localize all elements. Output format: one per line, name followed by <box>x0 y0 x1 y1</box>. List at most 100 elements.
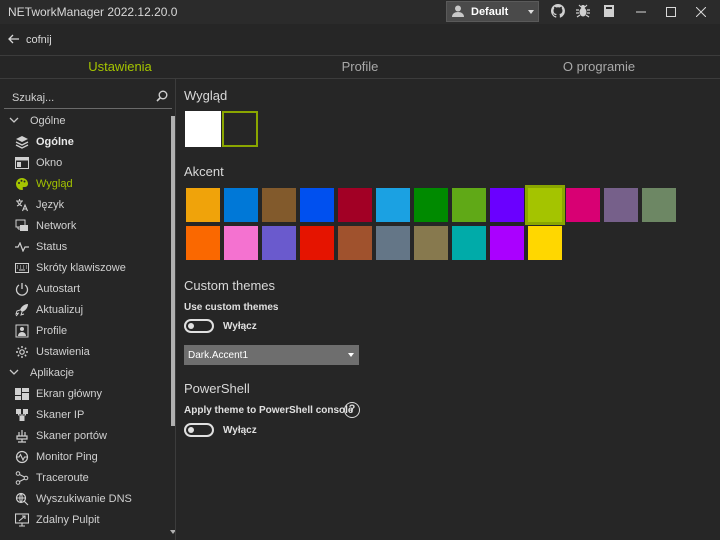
custom-theme-select[interactable]: Dark.Accent1 <box>184 345 359 365</box>
accent-swatch[interactable] <box>224 188 258 222</box>
help-icon[interactable]: ? <box>344 402 360 418</box>
accent-swatch[interactable] <box>300 226 334 260</box>
sidebar-item-label: Traceroute <box>36 472 89 484</box>
chevron-down-icon <box>348 353 354 357</box>
chevron-down-icon <box>528 10 534 14</box>
sidebar-item-remote-desktop[interactable]: Zdalny Pulpit <box>0 509 170 530</box>
app-title: NETworkManager 2022.12.20.0 <box>8 5 178 19</box>
ping-monitor-icon <box>14 449 29 464</box>
close-button[interactable] <box>686 0 716 24</box>
sidebar-item-profiles[interactable]: Profile <box>0 320 170 341</box>
accent-swatch[interactable] <box>262 188 296 222</box>
accent-swatch[interactable] <box>186 188 220 222</box>
accent-swatch[interactable] <box>224 226 258 260</box>
sidebar-group-applications[interactable]: Aplikacje <box>0 362 170 383</box>
sidebar: Szukaj... Ogólne Ogólne Okno Wygląd Języ… <box>0 79 176 540</box>
sidebar-item-ip-scanner[interactable]: Skaner IP <box>0 404 170 425</box>
profile-icon <box>14 323 29 338</box>
accent-swatch[interactable] <box>452 226 486 260</box>
accent-swatch[interactable] <box>414 226 448 260</box>
sidebar-item-port-scanner[interactable]: Skaner portów <box>0 425 170 446</box>
back-arrow-icon[interactable] <box>8 33 20 48</box>
scrollbar-thumb[interactable] <box>171 116 175 426</box>
sidebar-item-ping-monitor[interactable]: Monitor Ping <box>0 446 170 467</box>
theme-dark-swatch[interactable] <box>222 111 258 147</box>
minimize-button[interactable] <box>626 0 656 24</box>
github-icon[interactable] <box>550 3 565 18</box>
accent-swatch[interactable] <box>566 188 600 222</box>
accent-swatch[interactable] <box>528 226 562 260</box>
sidebar-item-label: Autostart <box>36 283 81 295</box>
profile-select[interactable]: Default <box>446 1 539 22</box>
book-icon[interactable] <box>602 4 616 18</box>
powershell-toggle-label: Wyłącz <box>223 425 257 436</box>
tab-settings[interactable]: Ustawienia <box>70 59 170 74</box>
sidebar-item-label: Zdalny Pulpit <box>36 514 100 526</box>
accent-swatch[interactable] <box>300 188 334 222</box>
accent-swatch[interactable] <box>414 188 448 222</box>
sidebar-item-language[interactable]: Język <box>0 194 170 215</box>
sidebar-group-general[interactable]: Ogólne <box>0 110 170 131</box>
sidebar-item-network[interactable]: Network <box>0 215 170 236</box>
accent-swatch[interactable] <box>376 188 410 222</box>
accent-swatch[interactable] <box>490 226 524 260</box>
dashboard-icon <box>14 386 29 401</box>
accent-swatch[interactable] <box>604 188 638 222</box>
sidebar-item-label: Skróty klawiszowe <box>36 262 126 274</box>
power-icon <box>14 281 29 296</box>
search-placeholder: Szukaj... <box>12 92 55 104</box>
accent-swatch[interactable] <box>525 185 565 225</box>
chevron-down-icon <box>9 115 19 128</box>
use-custom-themes-label: Use custom themes <box>184 302 279 313</box>
custom-theme-select-value: Dark.Accent1 <box>188 350 249 361</box>
traceroute-icon <box>14 470 29 485</box>
sidebar-item-traceroute[interactable]: Traceroute <box>0 467 170 488</box>
accent-swatch[interactable] <box>186 226 220 260</box>
chevron-down-icon <box>9 367 19 380</box>
bug-icon[interactable] <box>576 4 590 18</box>
search-input[interactable]: Szukaj... <box>4 83 172 109</box>
accent-swatch[interactable] <box>490 188 524 222</box>
palette-icon <box>14 176 29 191</box>
settings-appearance-panel: Wygląd Akcent Custom themes Use custom t… <box>184 79 714 540</box>
pulse-icon <box>14 239 29 254</box>
accent-swatch[interactable] <box>338 226 372 260</box>
sidebar-item-dns-lookup[interactable]: Wyszukiwanie DNS <box>0 488 170 509</box>
sidebar-item-settings[interactable]: Ustawienia <box>0 341 170 362</box>
accent-swatch[interactable] <box>376 226 410 260</box>
custom-themes-toggle[interactable] <box>184 319 214 333</box>
port-scanner-icon <box>14 428 29 443</box>
sidebar-item-shortcuts[interactable]: Skróty klawiszowe <box>0 257 170 278</box>
sidebar-scrollbar[interactable] <box>170 110 175 540</box>
powershell-title: PowerShell <box>184 381 250 396</box>
accent-swatch[interactable] <box>642 188 676 222</box>
back-button[interactable]: cofnij <box>26 34 52 46</box>
maximize-button[interactable] <box>656 0 686 24</box>
keyboard-icon <box>14 260 29 275</box>
sidebar-item-label: Ekran główny <box>36 388 103 400</box>
sidebar-item-autostart[interactable]: Autostart <box>0 278 170 299</box>
powershell-theme-toggle[interactable] <box>184 423 214 437</box>
search-icon[interactable] <box>156 90 168 105</box>
sidebar-group-label: Ogólne <box>30 115 66 127</box>
accent-swatch[interactable] <box>338 188 372 222</box>
toggle-knob <box>188 427 194 433</box>
sidebar-item-dashboard[interactable]: Ekran główny <box>0 383 170 404</box>
dns-lookup-icon <box>14 491 29 506</box>
accent-swatch[interactable] <box>452 188 486 222</box>
accent-swatch[interactable] <box>262 226 296 260</box>
sidebar-item-appearance[interactable]: Wygląd <box>0 173 170 194</box>
scroll-down-icon[interactable] <box>170 530 175 534</box>
sidebar-item-update[interactable]: Aktualizuj <box>0 299 170 320</box>
tab-profiles[interactable]: Profile <box>310 59 410 74</box>
toggle-knob <box>188 323 194 329</box>
profile-select-value: Default <box>471 6 509 18</box>
tab-about[interactable]: O programie <box>549 59 649 74</box>
sidebar-item-general[interactable]: Ogólne <box>0 131 170 152</box>
sidebar-item-label: Status <box>36 241 68 253</box>
sidebar-item-status[interactable]: Status <box>0 236 170 257</box>
sidebar-item-label: Network <box>36 220 77 232</box>
sidebar-item-label: Wyszukiwanie DNS <box>36 493 132 505</box>
theme-light-swatch[interactable] <box>185 111 221 147</box>
sidebar-item-window[interactable]: Okno <box>0 152 170 173</box>
